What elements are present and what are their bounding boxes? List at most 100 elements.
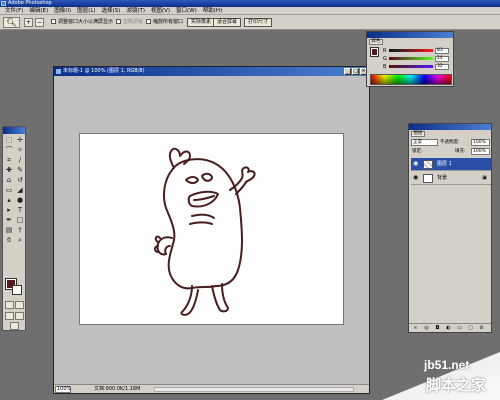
checkbox-box xyxy=(116,19,121,24)
menu-file[interactable]: 文件(F) xyxy=(2,7,26,15)
red-slider[interactable]: R 83 xyxy=(383,48,453,54)
maximize-button[interactable]: □ xyxy=(352,68,359,75)
menu-help[interactable]: 帮助(H) xyxy=(200,7,225,15)
green-label: G xyxy=(383,56,387,62)
eye-icon[interactable]: ◉ xyxy=(413,161,419,167)
menu-window[interactable]: 窗口(W) xyxy=(173,7,200,15)
hand-tool-icon[interactable]: ✋︎ xyxy=(4,236,14,245)
move-tool-icon[interactable]: ✛ xyxy=(15,136,25,145)
zoom-tool-icon: 🔍︎ xyxy=(6,18,17,27)
actual-pixels-button[interactable]: 实际像素 xyxy=(187,18,216,27)
blue-slider-track[interactable] xyxy=(389,65,433,68)
zoom-all-windows-label: 缩放所有窗口 xyxy=(153,19,184,25)
dodge-tool-icon[interactable]: ● xyxy=(15,196,25,205)
notes-tool-icon[interactable]: ▤ xyxy=(4,226,14,235)
magic-wand-tool-icon[interactable]: ✧ xyxy=(15,146,25,155)
cartoon-drawing xyxy=(154,147,256,316)
horizontal-scrollbar[interactable] xyxy=(154,387,354,392)
green-slider[interactable]: G 24 xyxy=(383,56,453,62)
screen-mode-full-button[interactable] xyxy=(15,312,24,320)
shape-tool-icon[interactable]: □ xyxy=(15,216,25,225)
color-tab[interactable]: 颜色 xyxy=(369,39,383,45)
blue-slider[interactable]: B 32 xyxy=(383,64,453,70)
left-arm xyxy=(156,236,173,256)
color-spectrum-bar[interactable] xyxy=(370,74,452,85)
link-icon[interactable]: ∞ xyxy=(412,325,419,331)
layer-row[interactable]: ◉ 背景 ▣ xyxy=(411,172,491,185)
standard-mode-button[interactable] xyxy=(5,301,14,309)
blur-tool-icon[interactable]: ▴ xyxy=(4,196,14,205)
tool-preset-picker[interactable]: 🔍︎ xyxy=(3,17,20,28)
green-value[interactable]: 24 xyxy=(435,56,449,62)
color-foreground-swatch[interactable] xyxy=(370,47,379,57)
fx-icon[interactable]: ◎ xyxy=(423,325,430,331)
layers-tab[interactable]: 图层 xyxy=(411,131,425,137)
zoom-in-button[interactable]: + xyxy=(24,18,33,27)
menu-view[interactable]: 视图(V) xyxy=(148,7,173,15)
app-title: Adobe Photoshop xyxy=(8,0,52,6)
jump-to-imageready-button[interactable] xyxy=(10,322,19,330)
right-arm xyxy=(229,166,256,195)
history-brush-icon[interactable]: ↺ xyxy=(15,176,25,185)
image-canvas[interactable] xyxy=(79,133,344,325)
document-title-bar[interactable]: 未标题-1 @ 100% (图层 1, RGB/8) _ □ × xyxy=(54,67,369,76)
fit-screen-button[interactable]: 适合屏幕 xyxy=(213,18,242,27)
toolbox-header[interactable] xyxy=(3,127,25,134)
opacity-field[interactable]: 100% xyxy=(471,139,490,146)
zoom-out-button[interactable]: − xyxy=(35,18,44,27)
mask-icon[interactable]: ◘ xyxy=(434,325,441,331)
type-tool-icon[interactable]: T xyxy=(15,206,25,215)
layer-name: 图层 1 xyxy=(437,161,452,167)
color-panel-header[interactable] xyxy=(367,32,453,38)
eraser-tool-icon[interactable]: ▭ xyxy=(4,186,14,195)
ignore-palettes-checkbox[interactable]: 忽略调板 xyxy=(116,19,143,26)
red-label: R xyxy=(383,48,387,54)
paint-bucket-icon[interactable]: ◢ xyxy=(15,186,25,195)
adjustment-icon[interactable]: ◐ xyxy=(445,325,452,331)
document-icon xyxy=(56,69,61,74)
slice-tool-icon[interactable]: ∕ xyxy=(15,156,25,165)
red-slider-track[interactable] xyxy=(389,49,433,52)
left-leg xyxy=(180,285,199,316)
screen-mode-standard-button[interactable] xyxy=(5,312,14,320)
opacity-label: 不透明度: xyxy=(440,140,460,145)
zoom-level-field[interactable]: 100% xyxy=(55,386,71,393)
menu-layer[interactable]: 图层(L) xyxy=(74,7,98,15)
red-value[interactable]: 83 xyxy=(435,48,449,54)
quick-mask-button[interactable] xyxy=(15,301,24,309)
zoom-tool-icon[interactable]: ⌕ xyxy=(15,236,25,245)
menu-select[interactable]: 选择(S) xyxy=(99,7,124,15)
minimize-button[interactable]: _ xyxy=(344,68,351,75)
mouth-inner xyxy=(193,195,215,201)
layer-row[interactable]: ◉ 图层 1 xyxy=(411,158,491,171)
crop-tool-icon[interactable]: ⌗ xyxy=(4,156,14,165)
blue-value[interactable]: 32 xyxy=(435,64,449,70)
marquee-tool-icon[interactable]: ⬚ xyxy=(4,136,14,145)
clone-stamp-icon[interactable]: ⌂ xyxy=(4,176,14,185)
lock-label: 锁定: xyxy=(412,149,423,154)
green-slider-track[interactable] xyxy=(389,57,433,60)
path-select-icon[interactable]: ▸ xyxy=(4,206,14,215)
menu-edit[interactable]: 编辑(E) xyxy=(26,7,51,15)
eye-icon[interactable]: ◉ xyxy=(413,175,419,181)
menu-filter[interactable]: 滤镜(T) xyxy=(123,7,148,15)
new-layer-icon[interactable]: ▢ xyxy=(467,325,474,331)
folder-icon[interactable]: ▭ xyxy=(456,325,463,331)
zoom-all-windows-checkbox[interactable]: 缩放所有窗口 xyxy=(146,19,183,26)
menu-image[interactable]: 图像(I) xyxy=(51,7,74,15)
print-size-button[interactable]: 打印尺寸 xyxy=(244,18,273,27)
layers-panel-header[interactable] xyxy=(409,124,491,130)
brush-tool-icon[interactable]: ✎ xyxy=(15,166,25,175)
fill-field[interactable]: 100% xyxy=(471,148,490,155)
document-title: 未标题-1 @ 100% (图层 1, RGB/8) xyxy=(63,68,145,74)
trash-icon[interactable]: ⊘ xyxy=(478,325,485,331)
lasso-tool-icon[interactable]: ⌒ xyxy=(4,146,14,155)
document-size-info[interactable]: 文档:900.0K/1.18M xyxy=(94,385,140,394)
pen-tool-icon[interactable]: ✒ xyxy=(4,216,14,225)
blend-mode-select[interactable]: 正常 xyxy=(411,139,438,146)
resize-windows-checkbox[interactable]: 调整窗口大小以满屏显示 xyxy=(51,19,113,26)
background-color-swatch[interactable] xyxy=(12,285,22,295)
eyedropper-icon[interactable]: † xyxy=(15,226,25,235)
menu-bar: 文件(F) 编辑(E) 图像(I) 图层(L) 选择(S) 滤镜(T) 视图(V) 窗口(W)… xyxy=(0,7,500,15)
healing-brush-icon[interactable]: ✚ xyxy=(4,166,14,175)
